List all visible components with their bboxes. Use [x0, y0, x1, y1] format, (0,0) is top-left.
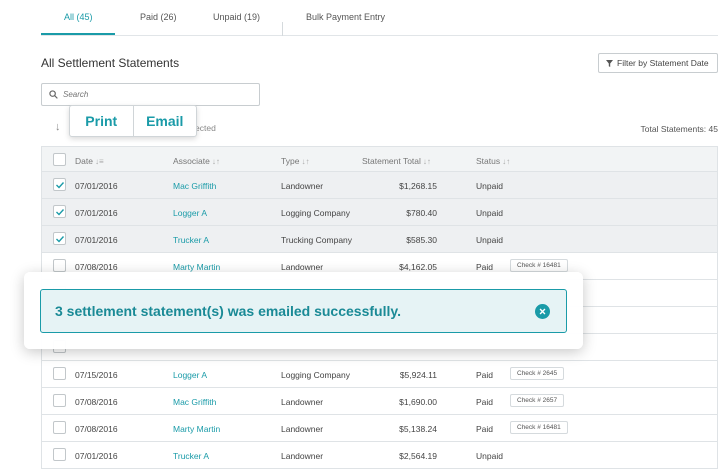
bulk-action-popover: Print Email	[69, 105, 197, 137]
search-input[interactable]	[63, 90, 243, 99]
checkmark-icon	[56, 182, 65, 189]
cell-statement-total: $780.40	[406, 208, 437, 218]
cell-type: Landowner	[281, 181, 324, 191]
cell-date: 07/01/2016	[75, 208, 118, 218]
row-checkbox[interactable]	[53, 232, 66, 245]
cell-statement-total: $1,268.15	[399, 181, 437, 191]
search-box[interactable]	[41, 83, 260, 106]
cell-associate-link[interactable]: Logger A	[173, 370, 207, 380]
table-row[interactable]: 07/01/2016 Trucker A Landowner $2,564.19 Unp…	[41, 442, 718, 469]
cell-status: Paid	[476, 397, 494, 407]
cell-associate-link[interactable]: Mac Griffith	[173, 181, 216, 191]
table-row[interactable]: 07/08/2016 Mac Griffith Landowner $1,690.00…	[41, 388, 718, 415]
column-header-status-label: Status	[476, 156, 501, 166]
cell-date: 07/08/2016	[75, 397, 118, 407]
cell-status: Paid	[476, 424, 494, 434]
cell-statement-total: $5,138.24	[399, 424, 437, 434]
cell-status: Unpaid	[476, 181, 503, 191]
cell-status: Unpaid	[476, 208, 503, 218]
cell-type: Landowner	[281, 424, 324, 434]
print-button[interactable]: Print	[70, 106, 133, 136]
table-row[interactable]: 07/01/2016 Mac Griffith Landowner $1,268.15…	[41, 172, 718, 199]
page-title: All Settlement Statements	[41, 56, 180, 70]
checkmark-icon	[56, 236, 65, 243]
cell-date: 07/15/2016	[75, 370, 118, 380]
check-number-badge: Check # 2657	[510, 394, 565, 407]
filter-button-label: Filter by Statement Date	[617, 58, 709, 68]
column-header-associate-label: Associate	[173, 156, 210, 166]
cell-associate-link[interactable]: Mac Griffith	[173, 397, 216, 407]
column-header-date-label: Date	[75, 156, 93, 166]
column-header-total[interactable]: Statement Total ↓↑	[362, 156, 431, 166]
table-row[interactable]: 07/15/2016 Logger A Logging Company $5,924.…	[41, 361, 718, 388]
cell-associate-link[interactable]: Trucker A	[173, 235, 209, 245]
cell-type: Landowner	[281, 262, 324, 272]
cell-date: 07/08/2016	[75, 424, 118, 434]
cell-statement-total: $5,924.11	[399, 370, 437, 380]
search-icon	[49, 90, 58, 99]
column-header-status[interactable]: Status ↓↑	[476, 156, 510, 166]
cell-status: Paid	[476, 262, 494, 272]
table-header: Date ↓≡ Associate ↓↑ Type ↓↑ Statement Tota…	[41, 146, 718, 172]
select-all-checkbox[interactable]	[53, 153, 66, 166]
cell-date: 07/08/2016	[75, 262, 118, 272]
row-checkbox[interactable]	[53, 421, 66, 434]
table-row[interactable]: 07/01/2016 Trucker A Trucking Company $585.…	[41, 226, 718, 253]
row-checkbox[interactable]	[53, 394, 66, 407]
selected-count-text: ected	[195, 123, 216, 133]
cell-statement-total: $2,564.19	[399, 451, 437, 461]
tab-unpaid[interactable]: Unpaid (19)	[213, 12, 260, 22]
cell-type: Landowner	[281, 451, 324, 461]
row-checkbox[interactable]	[53, 178, 66, 191]
filter-by-date-button[interactable]: Filter by Statement Date	[598, 53, 718, 73]
cell-status: Unpaid	[476, 235, 503, 245]
success-toast: 3 settlement statement(s) was emailed su…	[40, 289, 567, 333]
bulk-action-arrow-icon: ↓	[55, 121, 61, 133]
row-checkbox[interactable]	[53, 205, 66, 218]
checkmark-icon	[56, 209, 65, 216]
cell-status: Unpaid	[476, 451, 503, 461]
column-header-type[interactable]: Type ↓↑	[281, 156, 309, 166]
toast-message: 3 settlement statement(s) was emailed su…	[55, 303, 401, 319]
cell-associate-link[interactable]: Trucker A	[173, 451, 209, 461]
tab-bulk-payment-entry[interactable]: Bulk Payment Entry	[306, 12, 385, 22]
cell-date: 07/01/2016	[75, 181, 118, 191]
cell-type: Logging Company	[281, 208, 350, 218]
check-number-badge: Check # 16481	[510, 421, 568, 434]
column-header-type-label: Type	[281, 156, 300, 166]
cell-status: Paid	[476, 370, 494, 380]
cell-date: 07/01/2016	[75, 451, 118, 461]
column-header-date[interactable]: Date ↓≡	[75, 156, 104, 166]
row-checkbox[interactable]	[53, 448, 66, 461]
cell-type: Logging Company	[281, 370, 350, 380]
close-icon[interactable]	[535, 304, 550, 319]
table-row[interactable]: 07/01/2016 Logger A Logging Company $780.40…	[41, 199, 718, 226]
cell-statement-total: $4,162.05	[399, 262, 437, 272]
filter-icon	[606, 59, 613, 67]
cell-associate-link[interactable]: Logger A	[173, 208, 207, 218]
row-checkbox[interactable]	[53, 259, 66, 272]
row-checkbox[interactable]	[53, 367, 66, 380]
cell-type: Landowner	[281, 397, 324, 407]
cell-associate-link[interactable]: Marty Martin	[173, 262, 220, 272]
column-header-total-label: Statement Total	[362, 156, 421, 166]
check-number-badge: Check # 2645	[510, 367, 565, 380]
tab-divider	[282, 22, 283, 36]
toast-container: 3 settlement statement(s) was emailed su…	[24, 272, 583, 349]
cell-type: Trucking Company	[281, 235, 353, 245]
tab-paid[interactable]: Paid (26)	[140, 12, 177, 22]
active-tab-indicator	[41, 33, 115, 35]
cell-associate-link[interactable]: Marty Martin	[173, 424, 220, 434]
tab-bar: All (45) Paid (26) Unpaid (19) Bulk Paym…	[41, 0, 718, 36]
cell-date: 07/01/2016	[75, 235, 118, 245]
column-header-associate[interactable]: Associate ↓↑	[173, 156, 220, 166]
tab-all[interactable]: All (45)	[64, 12, 93, 22]
table-row[interactable]: 07/08/2016 Marty Martin Landowner $5,138.24…	[41, 415, 718, 442]
total-statements: Total Statements: 45	[640, 124, 718, 134]
email-button[interactable]: Email	[132, 106, 197, 136]
check-number-badge: Check # 16481	[510, 259, 568, 272]
cell-statement-total: $1,690.00	[399, 397, 437, 407]
cell-statement-total: $585.30	[406, 235, 437, 245]
